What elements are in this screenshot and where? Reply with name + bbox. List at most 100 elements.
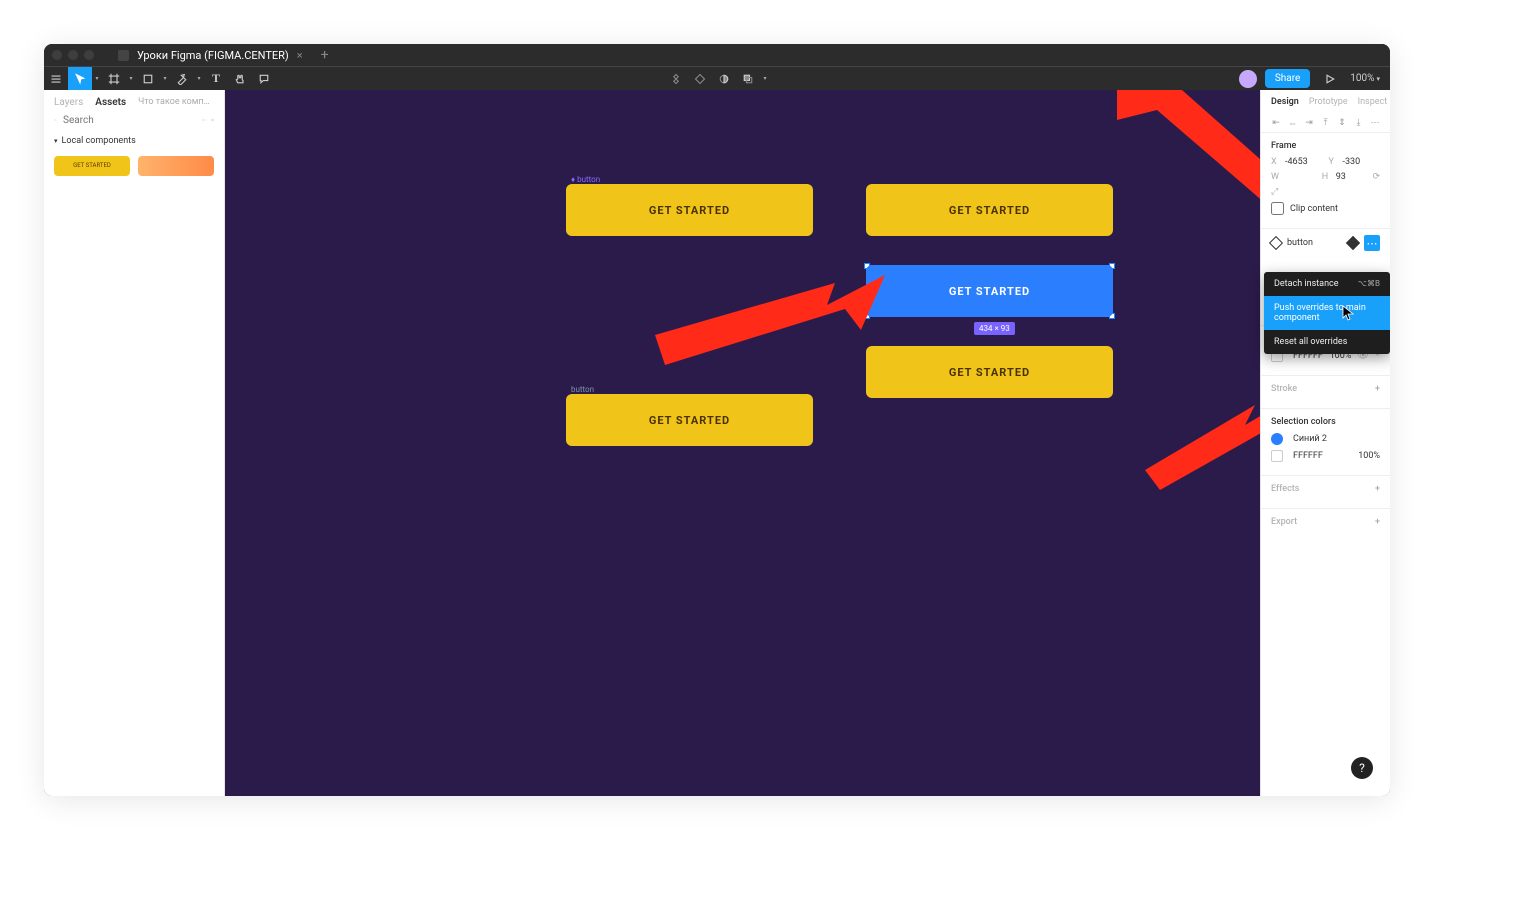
sel-color-swatch-2[interactable] xyxy=(1271,450,1283,462)
h-input[interactable]: 93 xyxy=(1336,172,1367,182)
reset-size-button[interactable] xyxy=(688,73,712,85)
local-components-section[interactable]: Local components xyxy=(44,132,224,150)
add-export-button[interactable]: + xyxy=(1375,517,1380,527)
library-icon[interactable] xyxy=(211,114,214,126)
mask-tool-button[interactable] xyxy=(712,73,736,85)
align-top-icon[interactable]: ⤒ xyxy=(1320,117,1332,129)
button-text: GET STARTED xyxy=(949,204,1030,217)
add-stroke-button[interactable]: + xyxy=(1375,384,1380,394)
stroke-title: Stroke xyxy=(1271,384,1297,394)
traffic-min-icon[interactable] xyxy=(68,50,78,60)
y-input[interactable]: -330 xyxy=(1343,157,1381,167)
traffic-close-icon[interactable] xyxy=(52,50,62,60)
component-tool-button[interactable] xyxy=(664,73,688,85)
inspect-tab[interactable]: Inspect xyxy=(1358,97,1388,107)
close-tab-icon[interactable]: × xyxy=(297,49,303,62)
push-overrides-item[interactable]: Push overrides to main component xyxy=(1264,296,1390,330)
move-chevron-icon[interactable]: ▾ xyxy=(92,67,102,90)
go-to-main-icon[interactable] xyxy=(1346,236,1360,250)
hand-tool-button[interactable] xyxy=(228,67,252,90)
page-name[interactable]: Что такое компоненты, как с... xyxy=(138,97,214,108)
x-input[interactable]: -4653 xyxy=(1285,157,1323,167)
annotation-arrow-2 xyxy=(655,275,885,365)
comment-tool-button[interactable] xyxy=(252,67,276,90)
clip-label: Clip content xyxy=(1290,204,1338,214)
prototype-tab[interactable]: Prototype xyxy=(1309,97,1348,107)
detach-instance-item[interactable]: Detach instance⌥⌘B xyxy=(1264,272,1390,296)
shape-tool-button[interactable] xyxy=(136,67,160,90)
pen-tool-button[interactable] xyxy=(170,67,194,90)
list-view-icon[interactable] xyxy=(202,114,205,126)
reset-overrides-item[interactable]: Reset all overrides xyxy=(1264,330,1390,354)
clip-content-checkbox[interactable] xyxy=(1271,202,1284,215)
selection-dimensions-badge: 434 × 93 xyxy=(974,322,1015,335)
instance-button-3[interactable]: GET STARTED xyxy=(866,346,1113,398)
canvas[interactable]: ♦ button GET STARTED GET STARTED GET STA… xyxy=(225,90,1260,796)
new-tab-button[interactable]: + xyxy=(321,47,329,63)
button-text: GET STARTED xyxy=(649,204,730,217)
instance-icon xyxy=(1269,236,1283,250)
pen-chevron-icon[interactable]: ▾ xyxy=(194,67,204,90)
toolbar: ▾ ▾ ▾ ▾ T ▾ Share 100% xyxy=(44,66,1390,90)
text-tool-button[interactable]: T xyxy=(204,67,228,90)
traffic-max-icon[interactable] xyxy=(84,50,94,60)
frame-chevron-icon[interactable]: ▾ xyxy=(126,67,136,90)
lock-aspect-icon[interactable]: ⟳ xyxy=(1372,172,1380,182)
file-tab[interactable]: Уроки Figma (FIGMA.CENTER) × + xyxy=(118,47,329,63)
export-title: Export xyxy=(1271,517,1297,527)
distribute-icon[interactable]: ⋯ xyxy=(1369,117,1381,129)
help-button[interactable]: ? xyxy=(1351,757,1373,779)
present-button[interactable] xyxy=(1318,73,1342,85)
design-tab[interactable]: Design xyxy=(1271,97,1299,107)
add-effect-button[interactable]: + xyxy=(1375,484,1380,494)
sel-color-opacity[interactable]: 100% xyxy=(1358,451,1380,461)
align-right-icon[interactable]: ⇥ xyxy=(1303,117,1315,129)
h-label: H xyxy=(1322,172,1330,182)
sel-color-name[interactable]: Синий 2 xyxy=(1293,434,1380,444)
instance-options-button[interactable]: ⋯ xyxy=(1364,235,1380,251)
component-thumb-2[interactable] xyxy=(138,156,214,176)
sel-color-swatch[interactable] xyxy=(1271,433,1283,445)
move-tool-button[interactable] xyxy=(68,67,92,90)
instance-panel: button ⋯ xyxy=(1261,228,1390,257)
left-panel: Layers Assets Что такое компоненты, как … xyxy=(44,90,225,796)
x-label: X xyxy=(1271,157,1279,167)
share-button[interactable]: Share xyxy=(1265,69,1310,88)
instance-button-selected[interactable]: GET STARTED xyxy=(866,265,1113,317)
align-hcenter-icon[interactable]: ⇔ xyxy=(1287,117,1299,129)
right-panel: Design Prototype Inspect ⇤ ⇔ ⇥ ⤒ ⇕ ⤓ ⋯ F… xyxy=(1260,90,1390,796)
align-bottom-icon[interactable]: ⤓ xyxy=(1353,117,1365,129)
menu-button[interactable] xyxy=(44,67,68,90)
frame-tool-button[interactable] xyxy=(102,67,126,90)
shape-chevron-icon[interactable]: ▾ xyxy=(160,67,170,90)
boolean-chevron-icon[interactable]: ▾ xyxy=(760,75,770,82)
cursor-icon xyxy=(1342,305,1354,321)
assets-tab[interactable]: Assets xyxy=(95,97,126,108)
search-icon xyxy=(54,114,57,126)
annotation-arrow-1 xyxy=(1117,90,1260,250)
zoom-select[interactable]: 100% xyxy=(1350,73,1380,84)
user-avatar-icon[interactable] xyxy=(1239,70,1257,88)
layers-tab[interactable]: Layers xyxy=(54,97,83,108)
boolean-tool-button[interactable] xyxy=(736,73,760,85)
button-text: GET STARTED xyxy=(949,285,1030,298)
annotation-arrow-3 xyxy=(1145,390,1260,490)
main-component-label[interactable]: ♦ button xyxy=(571,175,600,184)
layer-label[interactable]: button xyxy=(571,385,594,394)
instance-button-1[interactable]: GET STARTED xyxy=(866,184,1113,236)
resize-icon[interactable]: ⤢ xyxy=(1271,187,1278,197)
component-thumb-1[interactable]: GET STARTED xyxy=(54,156,130,176)
button-text: GET STARTED xyxy=(649,414,730,427)
align-left-icon[interactable]: ⇤ xyxy=(1270,117,1282,129)
main-button[interactable]: GET STARTED xyxy=(566,184,813,236)
frame-title: Frame xyxy=(1271,141,1296,151)
thumb-label: GET STARTED xyxy=(54,156,130,176)
y-label: Y xyxy=(1329,157,1337,167)
sel-colors-title: Selection colors xyxy=(1271,417,1336,427)
align-vcenter-icon[interactable]: ⇕ xyxy=(1336,117,1348,129)
plain-button[interactable]: GET STARTED xyxy=(566,394,813,446)
figma-logo-icon xyxy=(118,50,129,61)
search-input[interactable] xyxy=(63,115,196,126)
instance-swap[interactable]: button xyxy=(1287,238,1342,248)
sel-color-hex[interactable]: FFFFFF xyxy=(1293,451,1352,461)
